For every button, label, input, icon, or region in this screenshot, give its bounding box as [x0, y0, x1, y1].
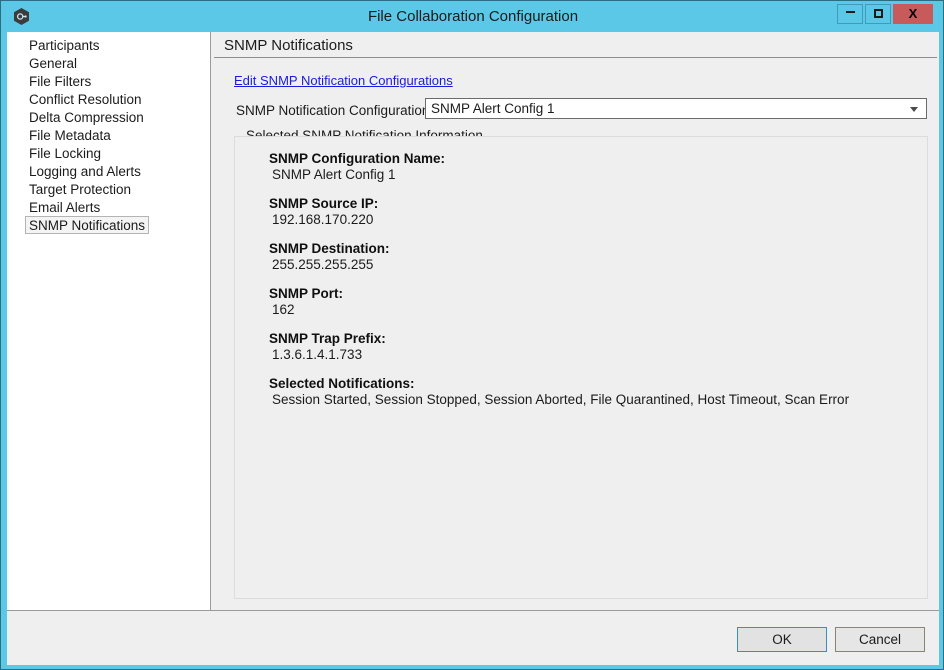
snmp-configuration-select[interactable]: SNMP Alert Config 1	[425, 98, 927, 119]
chevron-down-icon	[910, 107, 918, 112]
info-field-value: 162	[272, 302, 295, 317]
dialog-client-area: Participants General File Filters Conflict …	[7, 32, 939, 665]
info-field: SNMP Trap Prefix: 1.3.6.1.4.1.733	[269, 331, 386, 363]
page-title: SNMP Notifications	[224, 37, 353, 54]
settings-content-panel: SNMP Notifications Edit SNMP Notificatio…	[212, 32, 939, 610]
maximize-icon	[873, 9, 883, 18]
cancel-button[interactable]: Cancel	[835, 627, 925, 652]
info-field-label: Selected Notifications:	[269, 376, 415, 391]
sidebar-item-file-locking[interactable]: File Locking	[25, 144, 105, 162]
info-field-label: SNMP Source IP:	[269, 196, 379, 211]
info-field-value: 1.3.6.1.4.1.733	[272, 347, 363, 362]
info-field: SNMP Destination: 255.255.255.255	[269, 241, 390, 273]
minimize-button[interactable]	[837, 4, 863, 24]
sidebar-item-target-protection[interactable]: Target Protection	[25, 180, 135, 198]
info-field-value: 192.168.170.220	[272, 212, 374, 227]
info-field-label: SNMP Trap Prefix:	[269, 331, 386, 346]
sidebar-item-general[interactable]: General	[25, 54, 81, 72]
info-field: SNMP Configuration Name: SNMP Alert Confi…	[269, 151, 445, 183]
sidebar-item-file-metadata[interactable]: File Metadata	[25, 126, 115, 144]
sidebar-item-snmp-notifications[interactable]: SNMP Notifications	[25, 216, 150, 234]
edit-snmp-configurations-link[interactable]: Edit SNMP Notification Configurations	[234, 73, 453, 88]
ok-button[interactable]: OK	[737, 627, 827, 652]
selected-snmp-information-group: SNMP Configuration Name: SNMP Alert Confi…	[234, 136, 928, 599]
sidebar-item-conflict-resolution[interactable]: Conflict Resolution	[25, 90, 146, 108]
snmp-configuration-selected-value: SNMP Alert Config 1	[431, 101, 555, 116]
header-divider	[214, 57, 937, 58]
sidebar-item-participants[interactable]: Participants	[25, 36, 104, 54]
minimize-icon	[845, 11, 855, 13]
info-field: SNMP Port: 162	[269, 286, 343, 318]
settings-category-list[interactable]: Participants General File Filters Conflict …	[7, 32, 211, 610]
close-button[interactable]: X	[893, 4, 933, 24]
info-field-label: SNMP Configuration Name:	[269, 151, 446, 166]
sidebar-item-delta-compression[interactable]: Delta Compression	[25, 108, 148, 126]
hexagon-app-icon	[12, 7, 31, 26]
info-field-label: SNMP Destination:	[269, 241, 390, 256]
info-field: Selected Notifications: Session Started, …	[269, 376, 849, 408]
title-bar: File Collaboration Configuration X	[1, 1, 943, 32]
sidebar-item-file-filters[interactable]: File Filters	[25, 72, 95, 90]
window-title: File Collaboration Configuration	[367, 8, 579, 25]
sidebar-item-email-alerts[interactable]: Email Alerts	[25, 198, 104, 216]
sidebar-item-logging-and-alerts[interactable]: Logging and Alerts	[25, 162, 145, 180]
info-field-value: SNMP Alert Config 1	[272, 167, 396, 182]
info-field-value: 255.255.255.255	[272, 257, 374, 272]
dialog-button-bar: OK Cancel	[7, 610, 939, 665]
snmp-configuration-label: SNMP Notification Configuration:	[236, 103, 434, 118]
info-field: SNMP Source IP: 192.168.170.220	[269, 196, 378, 228]
info-field-label: SNMP Port:	[269, 286, 344, 301]
maximize-button[interactable]	[865, 4, 891, 24]
info-field-value: Session Started, Session Stopped, Sessio…	[272, 392, 850, 407]
dialog-window: File Collaboration Configuration X Parti…	[0, 0, 944, 670]
